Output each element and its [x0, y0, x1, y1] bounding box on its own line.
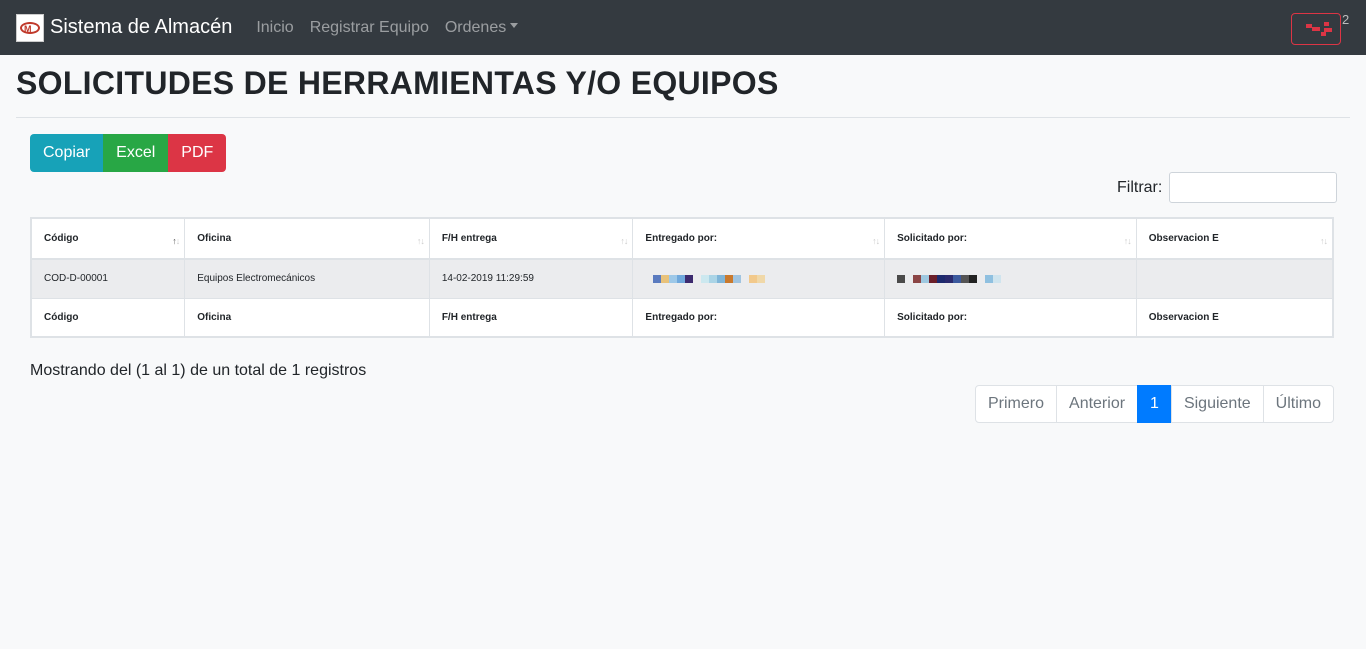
excel-button[interactable]: Excel: [103, 134, 169, 172]
footer-observacion: Observacion E: [1135, 297, 1334, 338]
filter-group: Filtrar:: [1117, 172, 1338, 203]
user-badge: 2: [1342, 12, 1350, 27]
export-button-group: Copiar Excel PDF: [30, 134, 227, 172]
nav-ordenes-dropdown[interactable]: Ordenes: [437, 19, 526, 37]
column-header-entregado[interactable]: Entregado por: ↑↓: [632, 217, 886, 260]
nav-registrar-equipo[interactable]: Registrar Equipo: [302, 19, 437, 37]
column-header-observacion[interactable]: Observacion E ↑↓: [1135, 217, 1334, 260]
column-header-label: Oficina: [197, 233, 232, 244]
footer-fecha: F/H entrega: [428, 297, 634, 338]
sort-asc-icon: ↑↓: [172, 236, 180, 246]
brand[interactable]: M Sistema de Almacén: [16, 13, 232, 42]
pdf-button[interactable]: PDF: [168, 134, 227, 172]
sort-icon: ↑↓: [620, 236, 628, 246]
filter-input[interactable]: [1169, 172, 1338, 203]
cell-codigo: COD-D-00001: [30, 258, 186, 299]
footer-oficina: Oficina: [184, 297, 430, 338]
nav-ordenes-label: Ordenes: [444, 18, 507, 36]
nav-inicio[interactable]: Inicio: [248, 19, 301, 37]
table-row[interactable]: COD-D-00001 Equipos Electromecánicos 14-…: [30, 258, 1334, 299]
column-header-fecha[interactable]: F/H entrega ↑↓: [428, 217, 634, 260]
column-header-label: Entregado por:: [645, 233, 718, 244]
sort-icon: ↑↓: [872, 236, 880, 246]
column-header-label: F/H entrega: [441, 233, 497, 244]
user-menu-button[interactable]: [1291, 13, 1341, 45]
requests-table: Código ↑↓ Oficina ↑↓ F/H entrega ↑↓ Entrega…: [30, 217, 1334, 338]
top-navbar: M Sistema de Almacén Inicio Registrar Eq…: [0, 0, 1366, 55]
page-title: SOLICITUDES DE HERRAMIENTAS Y/O EQUIPOS: [16, 65, 779, 101]
footer-codigo: Código: [30, 297, 186, 338]
cell-observacion: [1135, 258, 1334, 299]
page-prev-button[interactable]: Anterior: [1056, 385, 1139, 423]
column-header-codigo[interactable]: Código ↑↓: [30, 217, 186, 260]
chevron-down-icon: [510, 22, 519, 28]
footer-entregado: Entregado por:: [632, 297, 886, 338]
column-header-label: Solicitado por:: [897, 233, 968, 244]
filter-label: Filtrar:: [1117, 178, 1163, 196]
page-last-button[interactable]: Último: [1262, 385, 1335, 423]
column-header-solicitado[interactable]: Solicitado por: ↑↓: [884, 217, 1137, 260]
brand-title[interactable]: Sistema de Almacén: [50, 16, 232, 39]
table-header-row: Código ↑↓ Oficina ↑↓ F/H entrega ↑↓ Entrega…: [30, 217, 1334, 260]
table-info: Mostrando del (1 al 1) de un total de 1 …: [30, 362, 367, 379]
sort-icon: ↑↓: [1320, 236, 1328, 246]
page-next-button[interactable]: Siguiente: [1170, 385, 1264, 423]
sort-icon: ↑↓: [416, 236, 425, 246]
cell-solicitado-redacted: [884, 258, 1137, 299]
sort-icon: ↑↓: [1123, 236, 1132, 246]
brand-logo: M: [16, 13, 44, 42]
footer-solicitado: Solicitado por:: [884, 297, 1137, 338]
cell-oficina: Equipos Electromecánicos: [184, 258, 430, 299]
title-divider: [16, 117, 1350, 118]
table-footer-row: Código Oficina F/H entrega Entregado por…: [30, 297, 1334, 338]
page-current-button[interactable]: 1: [1137, 385, 1172, 423]
cell-entregado-redacted: [632, 258, 886, 299]
column-header-oficina[interactable]: Oficina ↑↓: [184, 217, 430, 260]
copy-button[interactable]: Copiar: [30, 134, 104, 172]
column-header-label: Observacion E: [1148, 233, 1219, 244]
cell-fecha: 14-02-2019 11:29:59: [428, 258, 634, 299]
page-first-button[interactable]: Primero: [975, 385, 1058, 423]
pagination: Primero Anterior 1 Siguiente Último: [975, 385, 1335, 423]
column-header-label: Código: [44, 233, 79, 244]
